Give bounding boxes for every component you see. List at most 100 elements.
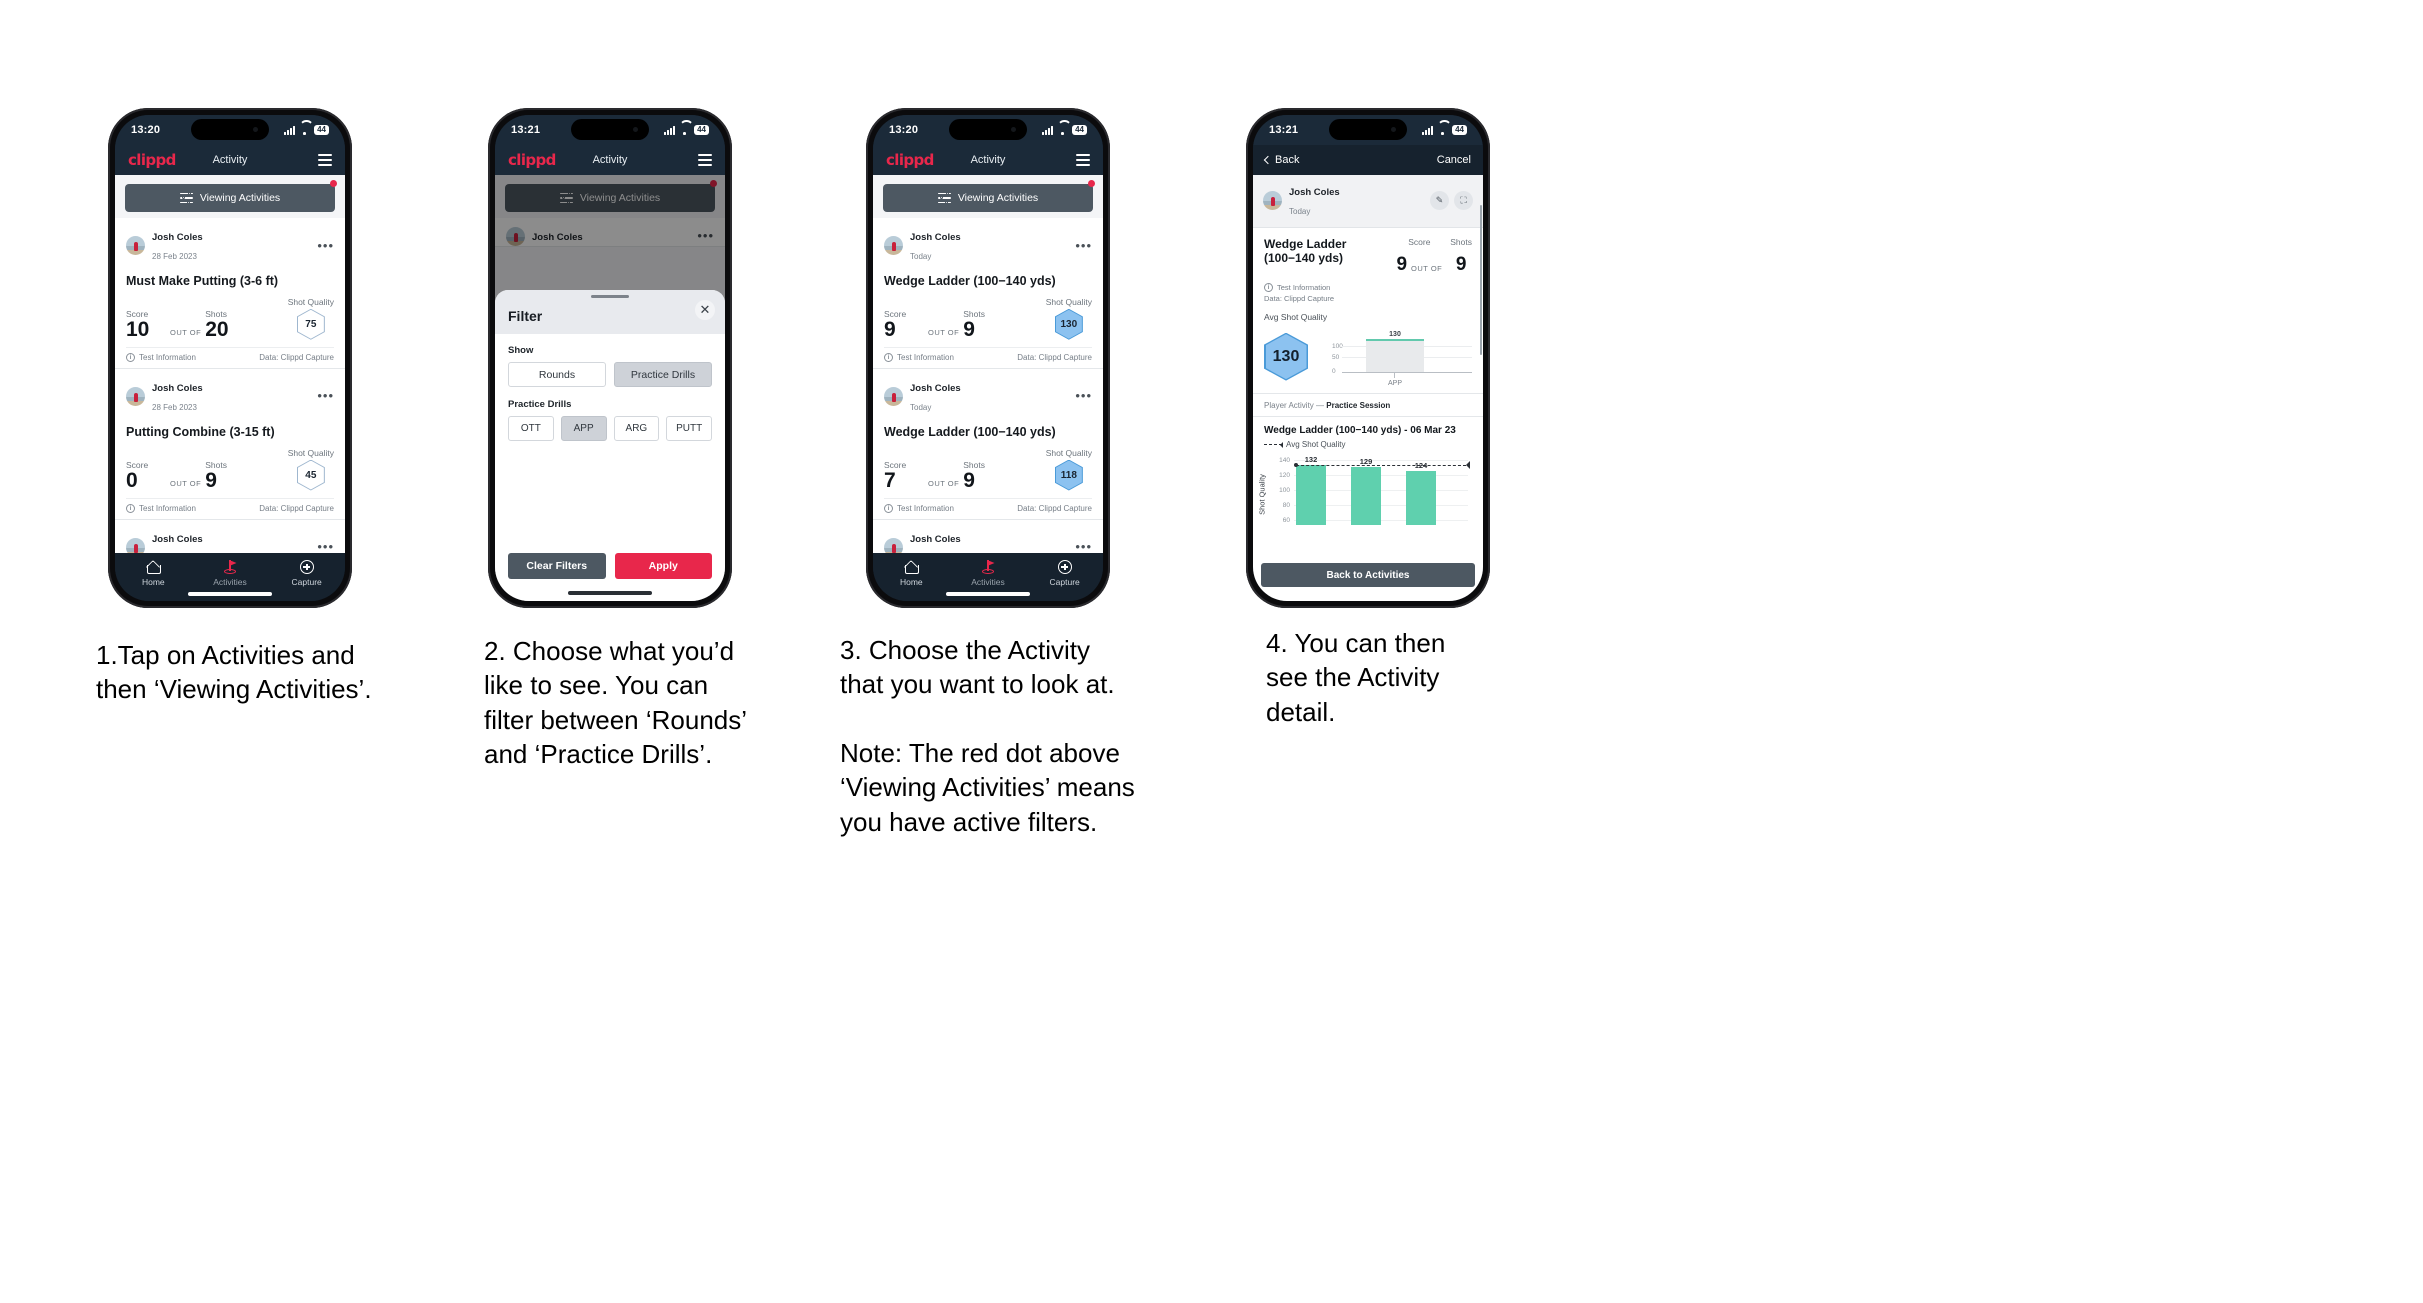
cellular-signal-icon: [1042, 125, 1054, 135]
status-time: 13:21: [1269, 124, 1299, 136]
info-icon[interactable]: i: [126, 503, 135, 513]
avg-shot-quality-line: [1296, 464, 1466, 466]
phone-activity-chosen: 13:20 44 clippd Activity Viewing Activit…: [866, 108, 1110, 608]
back-button[interactable]: Back: [1263, 154, 1299, 166]
viewing-activities-wrap: Viewing Activities: [873, 175, 1103, 218]
filter-option-ott[interactable]: OTT: [508, 416, 554, 441]
out-of-label: OUT OF: [170, 478, 202, 488]
info-icon[interactable]: i: [884, 503, 893, 513]
nav-item-home[interactable]: Home: [115, 559, 192, 587]
activity-card[interactable]: Josh Coles 28 Feb 2023 ••• Must Make Put…: [115, 218, 345, 369]
score-value: 9: [1396, 253, 1408, 275]
viewing-activities-wrap: Viewing Activities: [115, 175, 345, 218]
viewing-activities-button[interactable]: Viewing Activities: [883, 184, 1093, 212]
screen: 13:21 44 Back Cancel Josh Coles Today ✎ …: [1253, 115, 1483, 601]
filter-option-practice-drills[interactable]: Practice Drills: [614, 362, 712, 387]
drill-options: OTT APP ARG PUTT: [508, 416, 712, 441]
nav-item-capture[interactable]: Capture: [1026, 559, 1103, 587]
activity-card-partial[interactable]: Josh Coles 28 Feb 2023 •••: [873, 519, 1103, 553]
cellular-signal-icon: [1422, 125, 1434, 135]
card-menu-icon[interactable]: •••: [1075, 239, 1092, 251]
user-info: Josh Coles 28 Feb 2023: [152, 529, 203, 554]
hamburger-menu-icon[interactable]: [1076, 151, 1090, 168]
filter-option-arg[interactable]: ARG: [613, 416, 660, 441]
mini-bar-cap: [1366, 339, 1424, 341]
battery-level: 44: [1072, 125, 1087, 135]
back-to-activities-button[interactable]: Back to Activities: [1261, 563, 1475, 587]
viewing-activities-label: Viewing Activities: [199, 192, 281, 204]
user-name: Josh Coles: [910, 232, 961, 243]
avg-shot-quality-hexagon: 130: [1264, 332, 1308, 381]
shots-stat: Shots 9: [963, 460, 985, 491]
card-header: Josh Coles Today •••: [884, 378, 1092, 416]
card-menu-icon[interactable]: •••: [317, 239, 334, 251]
filter-option-rounds[interactable]: Rounds: [508, 362, 606, 387]
shot-quality-stat: Shot Quality 130: [1046, 297, 1092, 340]
shots-stat: Shots 9: [963, 309, 985, 340]
viewing-activities-label: Viewing Activities: [957, 192, 1039, 204]
nav-label-home: Home: [141, 577, 165, 587]
card-footer: i Test Information Data: Clippd Capture: [884, 497, 1092, 519]
shots-value: 9: [963, 468, 975, 492]
card-stats: Score 10 OUT OF Shots 20 Shot Quality 75: [126, 297, 334, 347]
test-information-label: Test Information: [139, 503, 196, 513]
filter-option-putt[interactable]: PUTT: [666, 416, 712, 441]
bar-label-1: 132: [1304, 454, 1318, 464]
activity-card[interactable]: Josh Coles Today ••• Wedge Ladder (100−1…: [873, 218, 1103, 369]
drag-handle[interactable]: [591, 295, 629, 298]
shot-quality-bar-chart: Shot Quality 140 120 100 80 60 132 129 1…: [1258, 454, 1472, 525]
caption-step-1: 1.Tap on Activities and then ‘Viewing Ac…: [96, 640, 372, 705]
nav-item-home[interactable]: Home: [873, 559, 950, 587]
wifi-icon: [1437, 126, 1448, 135]
activity-date: Today: [1289, 206, 1311, 216]
shot-quality-label: Shot Quality: [287, 296, 334, 307]
scrollbar[interactable]: [1480, 205, 1482, 355]
out-of-label: OUT OF: [170, 327, 202, 337]
detail-title: Wedge Ladder (100−140 yds): [1264, 236, 1347, 266]
mini-ytick-50: 50: [1332, 353, 1340, 361]
card-menu-icon[interactable]: •••: [1075, 390, 1092, 402]
detail-summary: Wedge Ladder (100−140 yds) Score 9 OUT O…: [1253, 227, 1483, 393]
status-indicators: 44: [1042, 125, 1087, 135]
nav-item-capture[interactable]: Capture: [268, 559, 345, 587]
score-value: 10: [126, 317, 150, 341]
card-menu-icon[interactable]: •••: [317, 390, 334, 402]
card-menu-icon[interactable]: •••: [317, 541, 334, 553]
card-menu-icon[interactable]: •••: [1075, 541, 1092, 553]
info-icon[interactable]: i: [1264, 282, 1273, 292]
bottom-navigation: Home Activities Capture: [115, 553, 345, 601]
score-value: 9: [884, 317, 896, 341]
cancel-button[interactable]: Cancel: [1437, 154, 1471, 166]
expand-icon[interactable]: ⛶: [1454, 191, 1473, 211]
filter-option-app[interactable]: APP: [560, 416, 607, 441]
info-icon[interactable]: i: [126, 352, 135, 362]
shot-quality-label: Shot Quality: [1045, 296, 1092, 307]
home-indicator: [568, 591, 652, 595]
score-value: 0: [126, 468, 138, 492]
notch: [191, 119, 269, 140]
activity-card[interactable]: Josh Coles 28 Feb 2023 ••• Putting Combi…: [115, 368, 345, 520]
card-footer: i Test Information Data: Clippd Capture: [126, 346, 334, 368]
activity-list-body: Viewing Activities Josh Coles Today ••• …: [873, 175, 1103, 553]
info-icon[interactable]: i: [884, 352, 893, 362]
clear-filters-button[interactable]: Clear Filters: [508, 553, 606, 579]
screen: 13:21 44 clippd Activity Viewing Activit…: [495, 115, 725, 601]
avg-line-arrow: [1462, 460, 1470, 469]
shots-stat: Shots 20: [205, 309, 228, 340]
out-of-label: OUT OF: [928, 478, 960, 488]
nav-item-activities[interactable]: Activities: [192, 559, 269, 587]
activity-card-partial[interactable]: Josh Coles 28 Feb 2023 •••: [115, 519, 345, 554]
viewing-activities-button[interactable]: Viewing Activities: [125, 184, 335, 212]
hamburger-menu-icon[interactable]: [698, 151, 712, 168]
score-group: 9 OUT OF: [1396, 253, 1442, 276]
status-indicators: 44: [1422, 125, 1467, 135]
close-icon[interactable]: ✕: [695, 300, 715, 320]
filter-sliders-icon: [179, 191, 193, 205]
nav-item-activities[interactable]: Activities: [950, 559, 1027, 587]
pencil-icon[interactable]: ✎: [1430, 191, 1449, 211]
apply-button[interactable]: Apply: [614, 553, 712, 579]
activity-list-body: Viewing Activities Josh Coles 28 Feb 202…: [115, 175, 345, 553]
hamburger-menu-icon[interactable]: [318, 151, 332, 168]
activity-card[interactable]: Josh Coles Today ••• Wedge Ladder (100−1…: [873, 368, 1103, 520]
bar-2: [1351, 466, 1381, 525]
